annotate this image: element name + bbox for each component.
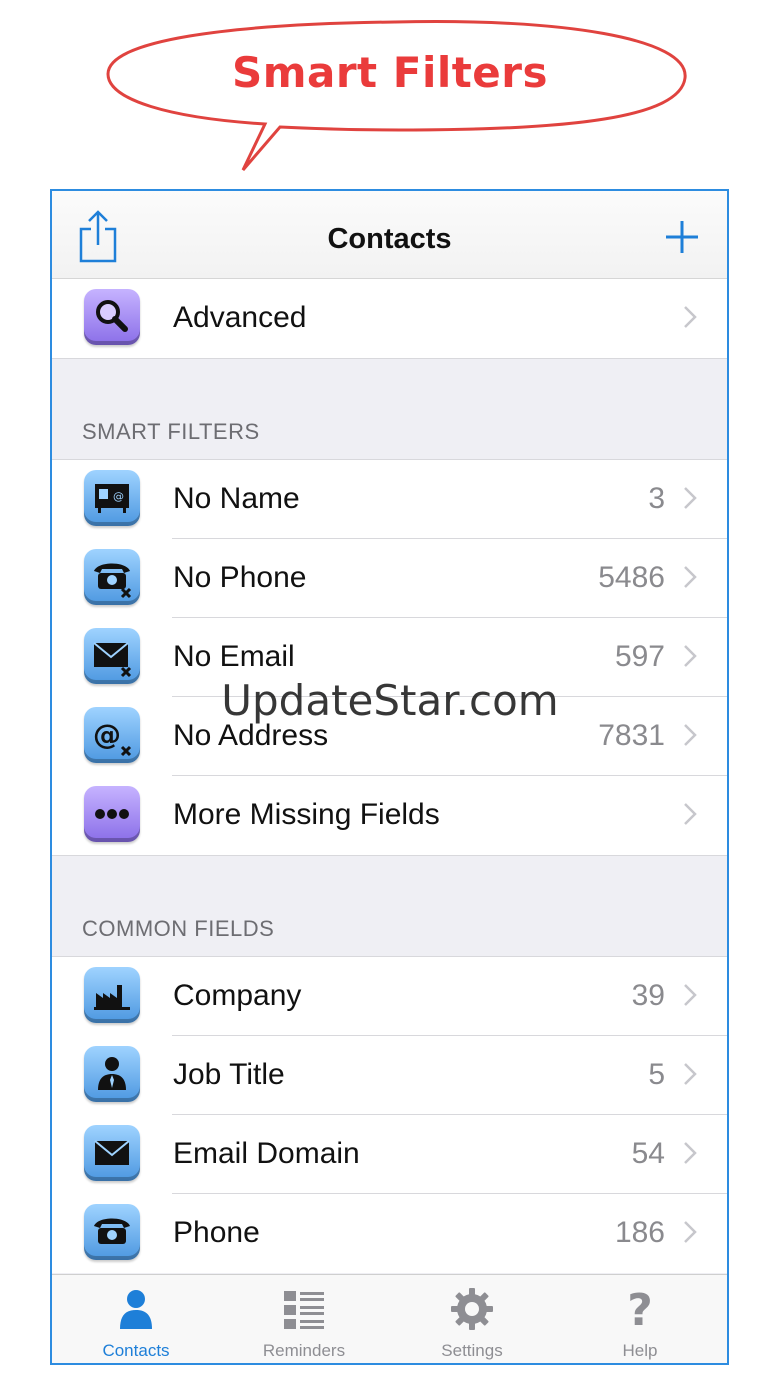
row-no-phone[interactable]: No Phone 5486 xyxy=(52,539,727,618)
tab-reminders[interactable]: Reminders xyxy=(220,1275,388,1363)
smart-filters-group: @ No Name 3 No Phone 5486 No Email 597 @… xyxy=(52,459,727,856)
row-count: 39 xyxy=(631,979,665,1012)
svg-text:?: ? xyxy=(627,1287,653,1331)
section-header-common-fields: COMMON FIELDS xyxy=(52,856,727,956)
section-header-smart-filters: SMART FILTERS xyxy=(52,359,727,459)
row-no-email[interactable]: No Email 597 xyxy=(52,618,727,697)
row-count: 3 xyxy=(648,482,665,515)
no-phone-icon xyxy=(84,549,140,605)
tab-label: Contacts xyxy=(102,1341,170,1360)
row-more-missing-fields[interactable]: More Missing Fields xyxy=(52,776,727,855)
row-label: More Missing Fields xyxy=(173,798,440,831)
no-name-card-icon: @ xyxy=(84,470,140,526)
row-label: No Name xyxy=(173,482,300,515)
factory-icon xyxy=(84,967,140,1023)
chevron-right-icon xyxy=(684,984,697,1006)
tab-help[interactable]: ? Help xyxy=(556,1275,724,1363)
row-label: No Email xyxy=(173,640,295,673)
chevron-right-icon xyxy=(684,724,697,746)
banner-title: Smart Filters xyxy=(231,48,549,97)
common-fields-group: Company 39 Job Title 5 Email Domain 54 P… xyxy=(52,956,727,1273)
phone-icon xyxy=(84,1204,140,1260)
chevron-right-icon xyxy=(684,1142,697,1164)
chevron-right-icon xyxy=(684,645,697,667)
tab-settings[interactable]: Settings xyxy=(388,1275,556,1363)
tab-label: Reminders xyxy=(262,1341,346,1360)
tab-contacts[interactable]: Contacts xyxy=(52,1275,220,1363)
chevron-right-icon xyxy=(684,1221,697,1243)
section-header-label: COMMON FIELDS xyxy=(82,916,275,941)
envelope-icon xyxy=(84,1125,140,1181)
person-tie-icon xyxy=(84,1046,140,1102)
section-header-label: SMART FILTERS xyxy=(82,419,260,444)
question-icon: ? xyxy=(627,1287,653,1331)
tab-label: Help xyxy=(622,1341,658,1360)
chevron-right-icon xyxy=(684,306,697,328)
row-count: 54 xyxy=(631,1137,665,1170)
row-count: 597 xyxy=(614,640,665,673)
person-icon xyxy=(120,1290,152,1329)
chevron-right-icon xyxy=(684,1063,697,1085)
tab-bar: Contacts Reminders Settings ? Help xyxy=(52,1274,727,1363)
row-count: 5486 xyxy=(598,561,665,594)
row-label: Email Domain xyxy=(173,1137,360,1170)
no-email-icon xyxy=(84,628,140,684)
row-company[interactable]: Company 39 xyxy=(52,957,727,1036)
row-count: 186 xyxy=(614,1216,665,1249)
svg-text:@: @ xyxy=(93,718,121,751)
chevron-right-icon xyxy=(684,803,697,825)
tab-label: Settings xyxy=(441,1341,503,1360)
row-label: No Phone xyxy=(173,561,307,594)
table-view: Advanced SMART FILTERS @ No Name 3 No Ph… xyxy=(52,279,727,1274)
plus-icon xyxy=(666,221,698,253)
speech-bubble-banner: Smart Filters xyxy=(0,0,780,190)
navigation-bar: Contacts xyxy=(52,191,727,279)
row-label: Job Title xyxy=(173,1058,285,1091)
add-button[interactable] xyxy=(662,217,702,257)
row-job-title[interactable]: Job Title 5 xyxy=(52,1036,727,1115)
row-count: 7831 xyxy=(598,719,665,752)
top-group: Advanced xyxy=(52,279,727,359)
row-no-name[interactable]: @ No Name 3 xyxy=(52,460,727,539)
list-icon xyxy=(284,1291,324,1329)
page-title: Contacts xyxy=(327,223,452,255)
chevron-right-icon xyxy=(684,566,697,588)
row-count: 5 xyxy=(648,1058,665,1091)
row-phone[interactable]: Phone 186 xyxy=(52,1194,727,1273)
row-label: Company xyxy=(173,979,302,1012)
row-email-domain[interactable]: Email Domain 54 xyxy=(52,1115,727,1194)
svg-text:@: @ xyxy=(113,490,124,503)
phone-screen: Contacts Advanced SMART FILTERS @ No Nam… xyxy=(50,189,729,1365)
chevron-right-icon xyxy=(684,487,697,509)
row-label: Phone xyxy=(173,1216,260,1249)
no-address-icon: @ xyxy=(84,707,140,763)
more-dots-icon xyxy=(84,786,140,842)
row-label: No Address xyxy=(173,719,329,752)
magnifier-icon xyxy=(84,289,140,345)
row-label: Advanced xyxy=(173,301,307,334)
row-no-address[interactable]: @ No Address 7831 xyxy=(52,697,727,776)
row-advanced[interactable]: Advanced xyxy=(52,279,727,358)
gear-icon xyxy=(451,1288,493,1330)
